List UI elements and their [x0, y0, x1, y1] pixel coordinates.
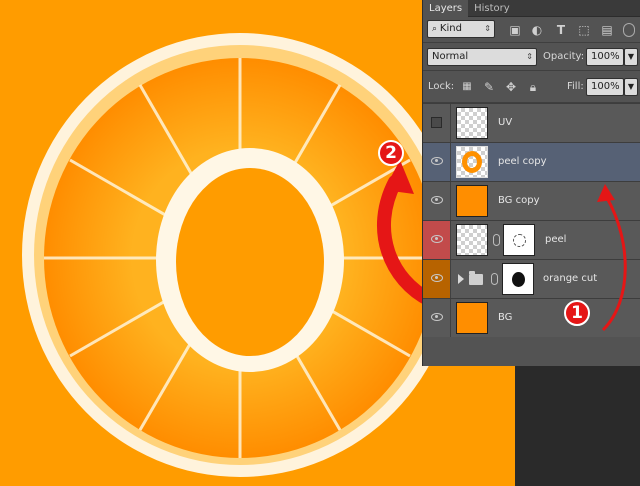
- mask-ring-thumb: [513, 234, 526, 247]
- photoshop-workspace: Layers History ⌕ Kind ⇕ ▣ ◐ T ⬚ ▤ Normal…: [0, 0, 640, 486]
- eye-icon: [431, 274, 443, 282]
- eye-icon: [431, 313, 443, 321]
- visibility-toggle[interactable]: [423, 299, 451, 337]
- layer-thumbnail: [456, 107, 488, 139]
- folder-icon: [469, 271, 483, 285]
- fill-dropdown-icon[interactable]: ▼: [624, 78, 638, 96]
- lock-position-icon[interactable]: ✥: [503, 79, 519, 95]
- lock-all-icon[interactable]: 🔒︎: [525, 79, 541, 95]
- lock-fill-bar: Lock: ▦ ✎ ✥ 🔒︎ Fill: 100% ▼: [423, 71, 640, 103]
- shape-filter-icon[interactable]: ⬚: [576, 22, 592, 38]
- tab-history[interactable]: History: [468, 0, 516, 17]
- layer-thumbnail: [456, 302, 488, 334]
- opacity-label: Opacity:: [543, 51, 585, 62]
- opacity-input[interactable]: 100%: [586, 48, 624, 66]
- image-filter-icon[interactable]: ▣: [507, 22, 523, 38]
- filter-kind-select[interactable]: ⌕ Kind ⇕: [427, 20, 495, 38]
- link-icon[interactable]: [493, 234, 500, 246]
- type-filter-icon[interactable]: T: [553, 22, 569, 38]
- layer-uv[interactable]: UV: [423, 103, 640, 142]
- eye-icon: [431, 235, 443, 243]
- visibility-toggle[interactable]: [423, 104, 451, 142]
- panel-tabs: Layers History: [423, 0, 640, 17]
- layer-thumbnail: [456, 146, 488, 178]
- step2-badge: 2: [378, 140, 404, 166]
- lock-transparency-icon[interactable]: ▦: [459, 79, 475, 95]
- blend-opacity-bar: Normal ⇕ Opacity: 100% ▼: [423, 43, 640, 71]
- opacity-dropdown-icon[interactable]: ▼: [624, 48, 638, 66]
- layers-panel: Layers History ⌕ Kind ⇕ ▣ ◐ T ⬚ ▤ Normal…: [422, 0, 640, 366]
- peel-ring-thumb: [462, 151, 482, 173]
- layer-name: BG copy: [498, 195, 540, 206]
- step1-badge: 1: [564, 300, 590, 326]
- layer-name: peel copy: [498, 156, 547, 167]
- smart-object-filter-icon[interactable]: ▤: [599, 22, 615, 38]
- visibility-toggle[interactable]: [423, 182, 451, 220]
- filter-toggle-icon[interactable]: [623, 23, 635, 37]
- eye-icon: [431, 157, 443, 165]
- layer-mask-thumbnail[interactable]: [503, 224, 535, 256]
- layer-thumbnail: [456, 224, 488, 256]
- layer-peel-copy[interactable]: peel copy: [423, 142, 640, 181]
- search-icon: ⌕: [432, 24, 440, 34]
- workspace-background: [515, 366, 640, 486]
- lock-label: Lock:: [428, 81, 455, 92]
- step1-arrow-icon: [597, 184, 627, 332]
- expand-arrow-icon[interactable]: [458, 274, 464, 284]
- visibility-toggle[interactable]: [423, 260, 451, 298]
- layer-name: UV: [498, 117, 513, 128]
- tab-layers[interactable]: Layers: [423, 0, 469, 17]
- layer-thumbnail: [456, 185, 488, 217]
- updown-icon: ⇕: [484, 24, 491, 33]
- updown-icon: ⇕: [526, 52, 533, 61]
- mask-shape-thumb: [512, 272, 525, 287]
- layer-filter-bar: ⌕ Kind ⇕ ▣ ◐ T ⬚ ▤: [423, 17, 640, 43]
- visibility-toggle[interactable]: [423, 221, 451, 259]
- eye-icon: [431, 196, 443, 204]
- adjustment-filter-icon[interactable]: ◐: [529, 22, 545, 38]
- layer-mask-thumbnail[interactable]: [502, 263, 534, 295]
- layer-name: BG: [498, 312, 513, 323]
- fill-input[interactable]: 100%: [586, 78, 624, 96]
- layer-name: peel: [545, 234, 567, 245]
- lock-paint-icon[interactable]: ✎: [481, 79, 497, 95]
- fill-label: Fill:: [567, 81, 584, 92]
- visibility-toggle[interactable]: [423, 143, 451, 181]
- hidden-box-icon: [431, 117, 442, 128]
- link-icon[interactable]: [491, 273, 498, 285]
- blend-mode-select[interactable]: Normal ⇕: [427, 48, 537, 66]
